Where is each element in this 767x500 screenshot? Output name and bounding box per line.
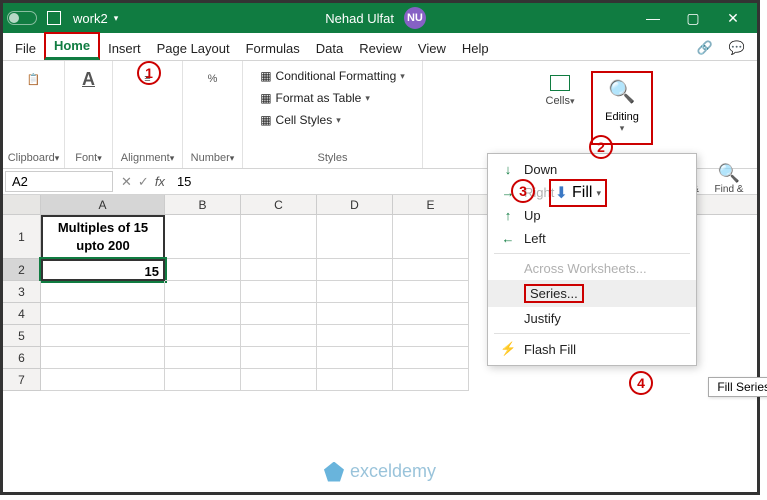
watermark: exceldemy: [324, 461, 436, 482]
exceldemy-logo-icon: [324, 462, 344, 482]
tab-file[interactable]: File: [7, 37, 44, 60]
cell-a1[interactable]: Multiples of 15 upto 200: [41, 215, 165, 259]
minimize-button[interactable]: —: [633, 10, 673, 26]
share-button[interactable]: 🔗: [689, 36, 721, 60]
col-header-a[interactable]: A: [41, 195, 165, 214]
cell-e1[interactable]: [393, 215, 469, 259]
col-header-d[interactable]: D: [317, 195, 393, 214]
restore-button[interactable]: ▢: [673, 10, 713, 27]
fill-down[interactable]: ↓Down: [488, 158, 696, 181]
row-header-5[interactable]: 5: [3, 325, 41, 347]
annotation-3: 3: [511, 179, 535, 203]
annotation-1: 1: [137, 61, 161, 85]
avatar[interactable]: NU: [404, 7, 426, 29]
fill-left[interactable]: ←Left: [488, 227, 696, 250]
clipboard-button[interactable]: 📋: [20, 65, 48, 93]
editing-group[interactable]: 🔍 Editing ▾: [591, 71, 653, 145]
cell-c1[interactable]: [241, 215, 317, 259]
row-header-6[interactable]: 6: [3, 347, 41, 369]
title-bar: work2 ▾ Nehad Ulfat NU — ▢ ✕: [3, 3, 757, 33]
tab-formulas[interactable]: Formulas: [238, 37, 308, 60]
arrow-left-icon: ←: [500, 231, 516, 246]
cells-group[interactable]: Cells▾: [539, 75, 581, 107]
search-icon: 🔍: [593, 79, 651, 105]
row-header-3[interactable]: 3: [3, 281, 41, 303]
tab-page-layout[interactable]: Page Layout: [149, 37, 238, 60]
format-as-table-button[interactable]: ▦ Format as Table ▾: [260, 87, 405, 109]
cell-d1[interactable]: [317, 215, 393, 259]
doc-title: work2: [73, 11, 108, 26]
tab-review[interactable]: Review: [351, 37, 410, 60]
styles-label: Styles: [318, 152, 348, 168]
tab-home[interactable]: Home: [44, 32, 100, 60]
flash-fill[interactable]: ⚡Flash Fill: [488, 337, 696, 361]
row-header-4[interactable]: 4: [3, 303, 41, 325]
annotation-2: 2: [589, 135, 613, 159]
cell-styles-button[interactable]: ▦ Cell Styles ▾: [260, 109, 405, 131]
cells-icon: [550, 75, 570, 91]
col-header-e[interactable]: E: [393, 195, 469, 214]
cell-b2[interactable]: [165, 259, 241, 281]
row-header-2[interactable]: 2: [3, 259, 41, 281]
font-button[interactable]: A: [75, 65, 103, 93]
cell-e2[interactable]: [393, 259, 469, 281]
conditional-formatting-button[interactable]: ▦ Conditional Formatting ▾: [260, 65, 405, 87]
close-button[interactable]: ✕: [713, 10, 753, 27]
tab-insert[interactable]: Insert: [100, 37, 149, 60]
tab-data[interactable]: Data: [308, 37, 351, 60]
comments-button[interactable]: 💬: [721, 36, 753, 60]
save-icon[interactable]: [47, 11, 61, 25]
fx-cancel-icon[interactable]: ✕: [121, 174, 132, 190]
clipboard-label: Clipboard: [8, 152, 55, 164]
name-box[interactable]: A2: [5, 171, 113, 192]
alignment-label: Alignment: [121, 152, 170, 164]
cell-a2[interactable]: 15: [41, 259, 165, 281]
fx-confirm-icon[interactable]: ✓: [138, 174, 149, 190]
font-label: Font: [75, 152, 97, 164]
cell-b1[interactable]: [165, 215, 241, 259]
editing-label: Editing: [605, 111, 639, 123]
fill-across-worksheets: Across Worksheets...: [488, 257, 696, 280]
arrow-down-icon: ↓: [500, 162, 516, 177]
fill-up[interactable]: ↑Up: [488, 204, 696, 227]
fx-icon[interactable]: fx: [155, 174, 165, 189]
arrow-up-icon: ↑: [500, 208, 516, 223]
fill-series[interactable]: Series...: [488, 280, 696, 307]
annotation-4: 4: [629, 371, 653, 395]
fill-series-tooltip: Fill Series: [708, 377, 767, 397]
fill-justify[interactable]: Justify: [488, 307, 696, 330]
number-label: Number: [191, 152, 230, 164]
cell-d2[interactable]: [317, 259, 393, 281]
tab-view[interactable]: View: [410, 37, 454, 60]
ribbon-tabs: File Home Insert Page Layout Formulas Da…: [3, 33, 757, 61]
autosave-toggle[interactable]: [7, 11, 37, 25]
flash-fill-icon: ⚡: [500, 341, 516, 357]
select-all-corner[interactable]: [3, 195, 41, 214]
col-header-b[interactable]: B: [165, 195, 241, 214]
number-button[interactable]: %: [199, 65, 227, 93]
cell-c2[interactable]: [241, 259, 317, 281]
row-header-1[interactable]: 1: [3, 215, 41, 259]
find-select-button[interactable]: 🔍Find &: [711, 163, 747, 195]
col-header-c[interactable]: C: [241, 195, 317, 214]
cells-label: Cells: [546, 95, 570, 107]
user-name: Nehad Ulfat: [325, 11, 394, 26]
fill-button[interactable]: ⬇ Fill ▾: [549, 179, 607, 207]
tab-help[interactable]: Help: [454, 37, 497, 60]
row-header-7[interactable]: 7: [3, 369, 41, 391]
chevron-down-icon[interactable]: ▾: [114, 13, 119, 24]
